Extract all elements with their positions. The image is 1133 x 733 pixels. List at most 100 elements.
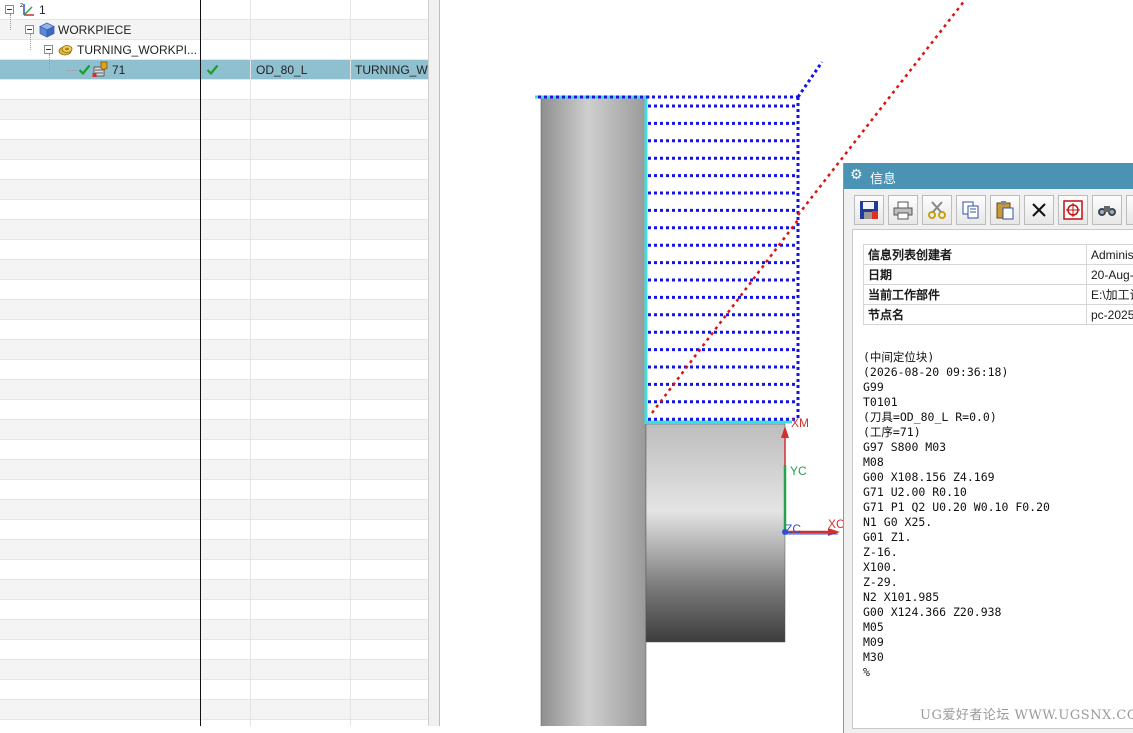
- info-meta-value: 20-Aug-: [1087, 265, 1133, 285]
- copy-button[interactable]: [956, 195, 986, 225]
- navigator-row: [0, 640, 428, 660]
- info-content[interactable]: 信息列表创建者Adminis日期20-Aug-当前工作部件E:\加工设节点名pc…: [852, 229, 1133, 729]
- print-button[interactable]: [888, 195, 918, 225]
- svg-text:z: z: [20, 2, 23, 9]
- tree-connector: [30, 34, 31, 50]
- column-divider[interactable]: [250, 0, 251, 726]
- navigator-row: [0, 440, 428, 460]
- machine-axes-icon: z: [19, 1, 37, 22]
- collapse-toggle-turning-workpiece[interactable]: [44, 45, 53, 54]
- tree-connector: [10, 14, 11, 30]
- operation-geometry[interactable]: TURNING_W: [355, 60, 428, 80]
- nc-code-line: M05: [863, 620, 1133, 635]
- part-small-diameter: [646, 424, 785, 642]
- navigator-row: [0, 380, 428, 400]
- save-button[interactable]: [854, 195, 884, 225]
- nc-code-line: M09: [863, 635, 1133, 650]
- navigator-row: [0, 680, 428, 700]
- nc-code-line: T0101: [863, 395, 1133, 410]
- navigator-row: [0, 420, 428, 440]
- navigator-row: [0, 540, 428, 560]
- navigator-row: [0, 320, 428, 340]
- nc-code-line: (中间定位块): [863, 350, 1133, 365]
- tree-node-turning-workpiece-label[interactable]: TURNING_WORKPI...: [77, 40, 197, 60]
- turning-workpiece-icon: [58, 42, 74, 61]
- navigator-row: [0, 600, 428, 620]
- info-meta-row: 信息列表创建者Adminis: [864, 245, 1133, 265]
- nc-code-line: Z-16.: [863, 545, 1133, 560]
- navigator-row: [0, 460, 428, 480]
- more-tools-button[interactable]: [1126, 195, 1133, 225]
- column-divider[interactable]: [350, 0, 351, 726]
- nc-code-line: G00 X108.156 Z4.169: [863, 470, 1133, 485]
- information-window[interactable]: ⚙ 信息: [843, 163, 1133, 733]
- tool-change-check-icon: [206, 63, 219, 79]
- nc-code-listing[interactable]: (中间定位块)(2026-08-20 09:36:18)G99T0101(刀具=…: [863, 350, 1133, 680]
- navigator-row: [0, 620, 428, 640]
- navigator-row: [0, 80, 428, 100]
- navigator-row[interactable]: [0, 0, 428, 20]
- navigator-splitter[interactable]: [428, 0, 440, 726]
- delete-button[interactable]: [1024, 195, 1054, 225]
- nc-code-line: X100.: [863, 560, 1133, 575]
- navigator-row: [0, 720, 428, 726]
- stock-large-diameter: [541, 97, 646, 726]
- nc-code-line: G99: [863, 380, 1133, 395]
- tree-node-root-label[interactable]: 1: [39, 0, 46, 20]
- info-meta-key: 当前工作部件: [864, 285, 1087, 305]
- info-toolbar: [844, 189, 1133, 229]
- nc-code-line: N2 X101.985: [863, 590, 1133, 605]
- nc-code-line: G97 S800 M03: [863, 440, 1133, 455]
- cut-button[interactable]: [922, 195, 952, 225]
- operation-icon: [92, 61, 109, 81]
- nc-code-line: G00 X124.366 Z20.938: [863, 605, 1133, 620]
- collapse-toggle-root[interactable]: [5, 5, 14, 14]
- collapse-toggle-workpiece[interactable]: [25, 25, 34, 34]
- navigator-row: [0, 340, 428, 360]
- navigator-row: [0, 180, 428, 200]
- tree-connector: [49, 54, 50, 70]
- nc-code-line: M08: [863, 455, 1133, 470]
- navigator-row: [0, 260, 428, 280]
- info-meta-key: 日期: [864, 265, 1087, 285]
- paste-button[interactable]: [990, 195, 1020, 225]
- info-titlebar[interactable]: ⚙ 信息: [844, 163, 1133, 189]
- operation-tool[interactable]: OD_80_L: [256, 60, 307, 80]
- operation-name[interactable]: 71: [112, 60, 125, 80]
- info-metadata-table: 信息列表创建者Adminis日期20-Aug-当前工作部件E:\加工设节点名pc…: [863, 244, 1133, 325]
- navigator-row: [0, 520, 428, 540]
- navigator-row: [0, 240, 428, 260]
- info-meta-row: 节点名pc-2025: [864, 305, 1133, 325]
- status-check-icon: [78, 63, 91, 79]
- info-meta-row: 当前工作部件E:\加工设: [864, 285, 1133, 305]
- nc-code-line: %: [863, 665, 1133, 680]
- nc-code-line: G71 P1 Q2 U0.20 W0.10 F0.20: [863, 500, 1133, 515]
- navigator-row: [0, 480, 428, 500]
- navigator-row: [0, 120, 428, 140]
- navigator-row: [0, 360, 428, 380]
- info-meta-value: pc-2025: [1087, 305, 1133, 325]
- navigator-row: [0, 200, 428, 220]
- navigator-row: [0, 700, 428, 720]
- navigator-row: [0, 160, 428, 180]
- info-meta-key: 节点名: [864, 305, 1087, 325]
- find-button[interactable]: [1092, 195, 1122, 225]
- column-divider[interactable]: [200, 0, 201, 726]
- zc-label: ZC: [785, 522, 801, 536]
- tree-node-workpiece-label[interactable]: WORKPIECE: [58, 20, 131, 40]
- navigator-row: [0, 660, 428, 680]
- nc-code-line: Z-29.: [863, 575, 1133, 590]
- navigator-row: [0, 580, 428, 600]
- target-button[interactable]: [1058, 195, 1088, 225]
- navigator-row: [0, 400, 428, 420]
- nc-code-line: G01 Z1.: [863, 530, 1133, 545]
- info-title: 信息: [870, 168, 896, 187]
- nc-code-line: (刀具=OD_80_L R=0.0): [863, 410, 1133, 425]
- yc-label: YC: [790, 464, 807, 478]
- navigator-row: [0, 280, 428, 300]
- nc-code-line: (工序=71): [863, 425, 1133, 440]
- nc-code-line: (2026-08-20 09:36:18): [863, 365, 1133, 380]
- toolpath-approach: [798, 62, 822, 97]
- info-meta-key: 信息列表创建者: [864, 245, 1087, 265]
- info-meta-value: E:\加工设: [1087, 285, 1133, 305]
